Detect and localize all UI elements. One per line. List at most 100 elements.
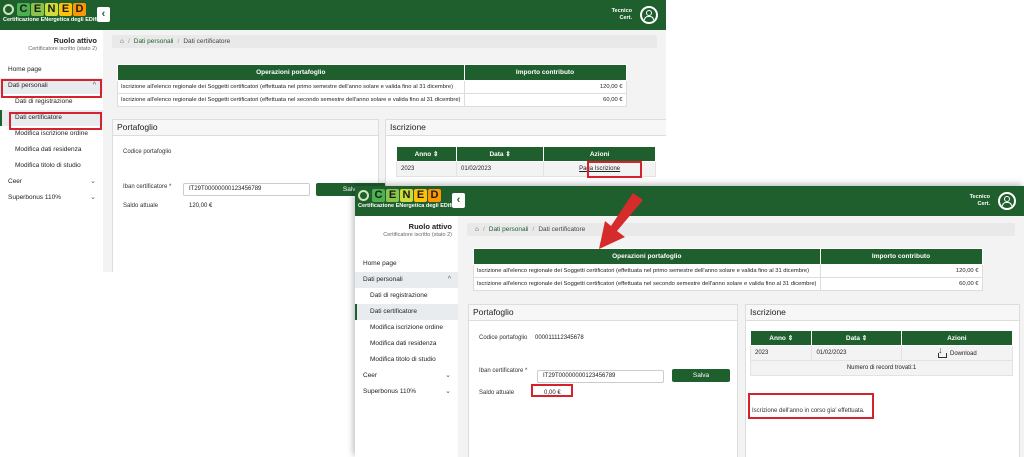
row-desc: Iscrizione all'elenco regionale dei Sogg… [117,80,465,94]
sidebar-item-home[interactable]: Home page [355,256,458,272]
portafoglio-title: Portafoglio [469,305,737,321]
sidebar-item-modifica-titolo[interactable]: Modifica titolo di studio [0,158,103,174]
col-data[interactable]: Data ⇕ [456,146,545,162]
codice-portafoglio-label: Codice portafoglio [479,335,528,341]
home-icon[interactable]: ⌂ [120,38,124,45]
breadcrumb: ⌂ / Dati personali / Dati certificatore [467,223,1015,236]
sidebar-item-dati-certificatore[interactable]: Dati certificatore [355,304,458,320]
saldo-label: Saldo attuale [123,203,159,209]
sidebar-item-dati-registrazione[interactable]: Dati di registrazione [355,288,458,304]
download-icon [937,345,948,358]
sidebar-item-home[interactable]: Home page [0,62,103,78]
portafoglio-panel: Portafoglio Codice portafoglio 000011112… [468,304,738,457]
download-button[interactable]: Download [937,345,977,358]
breadcrumb-dati-personali[interactable]: Dati personali [134,38,174,45]
table-row: Iscrizione all'elenco regionale dei Sogg… [473,264,983,278]
iscrizione-table: Anno ⇕ Data ⇕ Azioni 2023 01/02/2023 Dow… [749,330,1014,376]
iscrizione-title: Iscrizione [386,120,666,136]
sidebar-item-modifica-residenza[interactable]: Modifica dati residenza [0,142,103,158]
data-cell: 01/02/2023 [811,345,902,361]
row-amount: 120,00 € [819,264,983,278]
sort-icon: ⇕ [433,151,439,158]
highlight-box [1,79,102,98]
iscrizione-title: Iscrizione [746,305,1019,321]
role-subtitle: Certificatore iscritto (stato 2) [383,232,452,238]
sidebar-item-modifica-titolo[interactable]: Modifica titolo di studio [355,352,458,368]
col-azioni: Azioni [543,146,656,162]
table-footer-row: Numero di record trovati:1 [750,360,1013,376]
col-importo: Importo contributo [819,248,983,265]
user-account-icon[interactable] [640,6,658,24]
chevron-down-icon: ⌄ [90,194,96,201]
col-data[interactable]: Data ⇕ [811,330,902,346]
sidebar-nav: Home page Dati personali ^ Dati di regist… [355,256,458,400]
data-cell: 01/02/2023 [456,161,545,177]
logo-subtitle: Certificazione ENergetica degli EDifici [3,17,103,23]
row-amount: 60,00 € [819,277,983,291]
col-anno[interactable]: Anno ⇕ [749,330,813,346]
screenshot-after: C E N E D Certificazione ENergetica degl… [355,186,1024,457]
sidebar-item-ceer[interactable]: Ceer ⌄ [0,174,103,190]
col-importo: Importo contributo [463,64,627,81]
chevron-up-icon: ^ [447,276,451,283]
role-box: Ruolo attivo Certificatore iscritto (sta… [0,30,103,52]
col-operazioni: Operazioni portafoglio [473,248,821,265]
breadcrumb-dati-personali[interactable]: Dati personali [489,226,529,233]
portafoglio-title: Portafoglio [113,120,378,136]
sidebar: Ruolo attivo Certificatore iscritto (sta… [0,30,104,272]
row-amount: 120,00 € [463,80,627,94]
cened-logo: C E N E D Certificazione ENergetica degl… [358,188,458,213]
top-bar: C E N E D Certificazione ENergetica degl… [0,0,666,30]
collapse-sidebar-icon[interactable]: ‹ [452,193,465,208]
operazioni-table: Operazioni portafoglio Importo contribut… [117,64,627,107]
anno-cell: 2023 [749,345,813,361]
logo-subtitle: Certificazione ENergetica degli EDifici [358,203,458,209]
annotation-arrow-icon [599,193,643,249]
top-bar: C E N E D Certificazione ENergetica degl… [355,186,1024,216]
col-operazioni: Operazioni portafoglio [117,64,465,81]
breadcrumb: ⌂ / Dati personali / Dati certificatore [112,35,657,48]
chevron-down-icon: ⌄ [445,388,451,395]
row-amount: 60,00 € [463,93,627,107]
table-row: 2023 01/02/2023 Download [749,345,1014,361]
iban-label: Iban certificatore * [123,184,172,190]
role-title: Ruolo attivo [408,222,452,231]
sidebar-item-superbonus[interactable]: Superbonus 110% ⌄ [0,190,103,206]
iban-input[interactable]: IT29T00000000123456789 [183,183,310,196]
logo-letter: E [59,2,72,16]
sidebar: Ruolo attivo Certificatore iscritto (sta… [355,216,459,457]
user-account-icon[interactable] [998,192,1016,210]
logo-letter: E [386,188,399,202]
role-subtitle: Certificatore iscritto (stato 2) [28,46,97,52]
sort-icon: ⇕ [861,335,868,342]
breadcrumb-current: Dati certificatore [538,226,586,233]
logo-letter: E [31,2,44,16]
highlight-box [748,393,874,419]
table-row: Iscrizione all'elenco regionale dei Sogg… [117,93,627,107]
logo-letter: N [45,2,58,16]
cened-logo: C E N E D Certificazione ENergetica degl… [3,2,103,27]
iban-input[interactable]: IT29T00000000123456789 [537,370,664,383]
role-title: Ruolo attivo [53,36,97,45]
main-content: ⌂ / Dati personali / Dati certificatore Oper… [458,216,1024,457]
home-icon[interactable]: ⌂ [475,226,479,233]
azioni-cell: Download [900,345,1014,361]
sidebar-item-dati-personali[interactable]: Dati personali ^ [355,272,458,288]
chevron-down-icon: ⌄ [445,372,451,379]
saldo-label: Saldo attuale [479,390,515,396]
collapse-sidebar-icon[interactable]: ‹ [97,7,110,22]
sidebar-item-ceer[interactable]: Ceer ⌄ [355,368,458,384]
row-desc: Iscrizione all'elenco regionale dei Sogg… [473,264,821,278]
logo-letter: E [414,188,427,202]
sidebar-item-modifica-residenza[interactable]: Modifica dati residenza [355,336,458,352]
sidebar-item-modifica-iscrizione[interactable]: Modifica iscrizione ordine [355,320,458,336]
sort-icon: ⇕ [787,335,794,342]
iban-label: Iban certificatore * [479,368,528,374]
breadcrumb-current: Dati certificatore [183,38,231,45]
logo-letter: C [17,2,30,16]
sidebar-item-superbonus[interactable]: Superbonus 110% ⌄ [355,384,458,400]
col-anno[interactable]: Anno ⇕ [395,146,458,162]
save-button[interactable]: Salva [672,369,730,382]
records-count: Numero di record trovati:1 [750,360,1013,376]
highlight-box [9,112,102,130]
